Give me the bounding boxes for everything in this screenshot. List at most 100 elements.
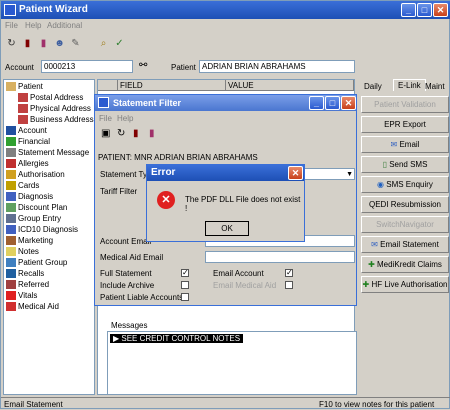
messages-panel: Messages ▶ SEE CREDIT CONTROL NOTES — [107, 321, 357, 395]
menu-help[interactable]: Help — [25, 21, 41, 30]
medikredit-claims-button[interactable]: ✚ MediKredit Claims — [361, 256, 449, 273]
message-item[interactable]: ▶ SEE CREDIT CONTROL NOTES — [110, 334, 244, 343]
send-sms-button[interactable]: ▯ Send SMS — [361, 156, 449, 173]
tree-item-referred[interactable]: Referred — [6, 280, 49, 290]
error-dialog: Error ✕ ✕ The PDF DLL File does not exis… — [146, 164, 305, 242]
sms-enquiry-icon: ◉ — [377, 180, 387, 189]
tree-item-business-address[interactable]: Business Address — [18, 115, 94, 125]
qedi-resubmission-button[interactable]: QEDI Resubmission — [361, 196, 449, 213]
epr-export-button[interactable]: EPR Export — [361, 116, 449, 133]
patient-group-icon — [6, 258, 16, 268]
email-medical-aid-label: Email Medical Aid — [213, 281, 277, 290]
patient-validation-button[interactable]: Patient Validation — [361, 96, 449, 113]
book-icon[interactable]: ▮ — [21, 37, 34, 50]
switch-navigator-button[interactable]: SwitchNavigator — [361, 216, 449, 233]
tree-item-cards[interactable]: Cards — [6, 181, 39, 191]
statement-filter-minimize-button[interactable]: _ — [309, 96, 324, 110]
statement-filter-title-bar: Statement Filter _ □ ✕ — [95, 95, 356, 111]
statement-filter-book-icon[interactable]: ▮ — [133, 128, 139, 139]
books-icon[interactable]: ▮ — [37, 37, 50, 50]
maximize-button[interactable]: □ — [417, 3, 432, 17]
tree-item-vitals[interactable]: Vitals — [6, 291, 37, 301]
tree-item-patient-group[interactable]: Patient Group — [6, 258, 67, 268]
tree-item-postal-address[interactable]: Postal Address — [18, 93, 83, 103]
tools-icon[interactable]: ✎ — [69, 37, 82, 50]
tree-item-notes[interactable]: Notes — [6, 247, 39, 257]
minimize-button[interactable]: _ — [401, 3, 416, 17]
sms-enquiry-button[interactable]: ◉ SMS Enquiry — [361, 176, 449, 193]
statement-filter-maximize-button[interactable]: □ — [325, 96, 340, 110]
tab-elink[interactable]: E-Link — [393, 79, 426, 91]
group-icon — [6, 214, 16, 224]
statement-filter-menu-file[interactable]: File — [99, 114, 112, 123]
patient-liable-label: Patient Liable Accounts — [100, 293, 184, 302]
binoculars-icon[interactable]: ⚯ — [139, 60, 147, 71]
icd10-icon — [6, 225, 16, 235]
hf-live-authorisation-button[interactable]: ✚ HF Live Authorisation — [361, 276, 449, 293]
tree-item-discount-plan[interactable]: Discount Plan — [6, 203, 67, 213]
statement-filter-close-button[interactable]: ✕ — [341, 96, 356, 110]
menu-additional[interactable]: Additional — [47, 21, 82, 30]
tree-item-medical-aid[interactable]: Medical Aid — [6, 302, 59, 312]
recalls-icon — [6, 269, 16, 279]
tree-item-recalls[interactable]: Recalls — [6, 269, 44, 279]
grid-header-field[interactable]: FIELD — [118, 80, 226, 91]
tree-item-physical-address[interactable]: Physical Address — [18, 104, 91, 114]
chevron-down-icon[interactable]: ▼ — [346, 169, 353, 180]
title-bar: Patient Wizard _ □ ✕ — [1, 1, 450, 19]
patient-label: Patient — [171, 63, 196, 72]
messages-label: Messages — [111, 321, 148, 330]
ok-button[interactable]: OK — [205, 221, 249, 236]
tree-item-diagnosis[interactable]: Diagnosis — [6, 192, 53, 202]
diagnosis-icon — [6, 192, 16, 202]
tree-item-marketing[interactable]: Marketing — [6, 236, 53, 246]
patient-wizard-window: Patient Wizard _ □ ✕ File Help Additiona… — [0, 0, 450, 409]
tree-item-account[interactable]: Account — [6, 126, 47, 136]
menu-file[interactable]: File — [5, 21, 18, 30]
medical-aid-email-label: Medical Aid Email — [100, 253, 164, 262]
tree-item-icd10-diagnosis[interactable]: ICD10 Diagnosis — [6, 225, 78, 235]
full-statement-checkbox[interactable]: ✓ — [181, 269, 189, 277]
statement-filter-menu-help[interactable]: Help — [117, 114, 133, 123]
card-icon — [6, 181, 16, 191]
person-icon[interactable]: ☻ — [53, 37, 66, 50]
discount-icon — [6, 203, 16, 213]
email-statement-button[interactable]: ✉ Email Statement — [361, 236, 449, 253]
tab-maint[interactable]: Maint — [425, 82, 445, 91]
find-icon[interactable]: ⌕ — [97, 37, 110, 50]
error-close-button[interactable]: ✕ — [288, 166, 303, 180]
include-archive-checkbox[interactable] — [181, 281, 189, 289]
tree-item-allergies[interactable]: Allergies — [6, 159, 49, 169]
email-account-checkbox[interactable]: ✓ — [285, 269, 293, 277]
tree-item-group-entry[interactable]: Group Entry — [6, 214, 61, 224]
tree-item-authorisation[interactable]: Authorisation — [6, 170, 65, 180]
grid-header-value[interactable]: VALUE — [226, 80, 354, 91]
tree-item-financial[interactable]: Financial — [6, 137, 50, 147]
tree-item-statement-message[interactable]: Statement Message — [6, 148, 89, 158]
patient-liable-checkbox[interactable] — [181, 293, 189, 301]
email-medical-aid-checkbox[interactable] — [285, 281, 293, 289]
check-icon[interactable]: ✓ — [113, 37, 126, 50]
account-input[interactable]: 0000213 — [41, 60, 133, 73]
patient-input[interactable]: ADRIAN BRIAN ABRAHAMS — [199, 60, 355, 73]
statement-filter-title: Statement Filter — [113, 98, 182, 108]
key-icon — [6, 170, 16, 180]
medical-aid-email-input[interactable] — [205, 251, 355, 263]
app-icon — [4, 4, 16, 16]
email-account-label: Email Account — [213, 269, 264, 278]
account-label: Account — [5, 63, 34, 72]
medical-aid-icon — [6, 302, 16, 312]
messages-list: ▶ SEE CREDIT CONTROL NOTES — [107, 331, 357, 395]
tab-daily[interactable]: Daily — [364, 82, 382, 91]
statement-filter-books-icon[interactable]: ▮ — [149, 128, 155, 139]
tree-item-patient[interactable]: Patient — [6, 82, 43, 92]
statement-filter-save-icon[interactable]: ▣ — [101, 128, 110, 139]
include-archive-label: Include Archive — [100, 281, 155, 290]
email-button[interactable]: ✉ Email — [361, 136, 449, 153]
close-button[interactable]: ✕ — [433, 3, 448, 17]
refresh-icon[interactable]: ↻ — [5, 37, 18, 50]
statement-filter-refresh-icon[interactable]: ↻ — [117, 128, 125, 139]
menu-bar: File Help Additional — [1, 19, 450, 33]
dollar-icon — [6, 137, 16, 147]
full-statement-label: Full Statement — [100, 269, 152, 278]
